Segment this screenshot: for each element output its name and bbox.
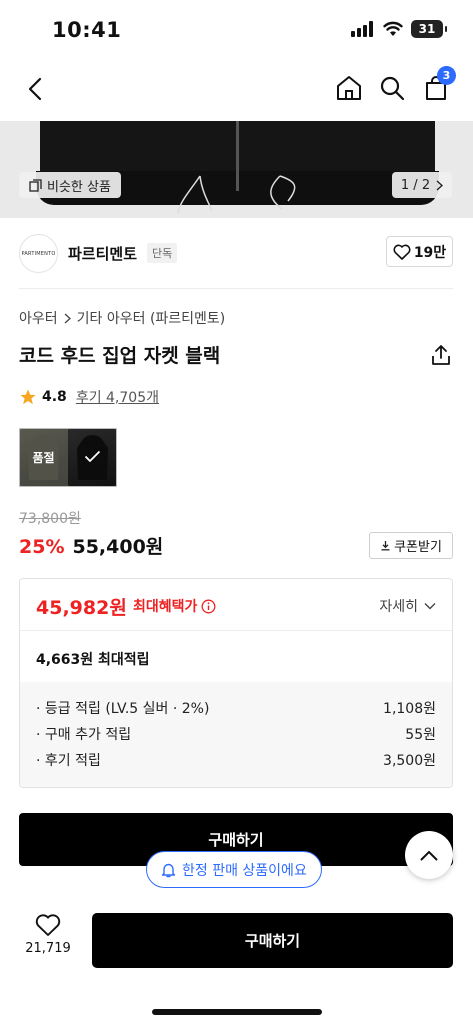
points-row: · 등급 적립 (LV.5 실버 · 2%) 1,108원 (36, 698, 436, 724)
points-label: · 구매 추가 적립 (36, 727, 132, 743)
status-time: 10:41 (52, 18, 122, 42)
coupon-label: 쿠폰받기 (394, 540, 442, 555)
search-button[interactable] (376, 72, 408, 104)
rating-row: 4.8 후기 4,705개 (19, 387, 159, 407)
coupon-button[interactable]: 쿠폰받기 (369, 532, 453, 559)
home-indicator (152, 1009, 322, 1015)
benefit-header: 45,982원 최대혜택가 자세히 (20, 579, 452, 631)
chevron-up-icon (420, 850, 438, 860)
limited-sale-chip: 한정 판매 상품이에요 (146, 851, 322, 888)
product-title: 코드 후드 집업 자켓 블랙 (19, 345, 221, 367)
points-value: 55원 (405, 727, 436, 743)
discount-rate: 25% (19, 536, 65, 558)
original-price: 73,800원 (19, 511, 81, 527)
brand-logo[interactable]: PARTIMENTO (19, 234, 58, 273)
max-benefit-label[interactable]: 최대혜택가 (133, 596, 216, 616)
points-row: · 후기 적립 3,500원 (36, 750, 436, 776)
points-breakdown: · 등급 적립 (LV.5 실버 · 2%) 1,108원 · 구매 추가 적립… (20, 682, 452, 787)
brand-like-button[interactable]: 19만 (386, 236, 453, 267)
points-row: · 구매 추가 적립 55원 (36, 724, 436, 750)
sale-price: 55,400원 (72, 536, 164, 558)
share-button[interactable] (429, 343, 453, 367)
points-value: 1,108원 (383, 701, 436, 717)
divider (19, 288, 453, 289)
copy-icon (29, 178, 42, 192)
search-icon (380, 76, 405, 101)
home-button[interactable] (333, 72, 365, 104)
breadcrumb-item[interactable]: 아우터 (19, 308, 58, 328)
benefit-detail-button[interactable]: 자세히 (379, 596, 436, 616)
wishlist-count: 21,719 (25, 941, 71, 956)
battery-icon: 31 (411, 20, 447, 38)
status-icons: 31 (351, 20, 447, 38)
pager-label: 1 / 2 (400, 177, 431, 193)
similar-products-label: 비슷한 상품 (47, 179, 111, 195)
breadcrumb-item[interactable]: 기타 아우터 (파르티멘토) (77, 308, 226, 328)
max-benefit-price: 45,982원 (36, 597, 127, 619)
exclusive-tag: 단독 (147, 243, 178, 263)
wifi-icon (383, 21, 403, 36)
bell-icon (161, 863, 176, 877)
brand-logo-text: PARTIMENTO (21, 250, 56, 257)
benefit-box: 45,982원 최대혜택가 자세히 4,663원 최대적립 · 등급 적립 (L… (19, 578, 453, 788)
share-icon (432, 345, 450, 365)
wishlist-button[interactable]: 21,719 (20, 914, 76, 956)
home-icon (337, 76, 361, 100)
price-row: 25% 55,400원 (19, 532, 163, 559)
chevron-down-icon (424, 603, 436, 610)
chevron-right-icon (436, 179, 444, 191)
rating-score: 4.8 (42, 389, 67, 405)
back-button[interactable] (20, 74, 50, 104)
product-image[interactable] (0, 121, 473, 218)
detail-label: 자세히 (379, 599, 418, 615)
max-benefit-text: 최대혜택가 (133, 599, 198, 615)
points-label: · 등급 적립 (LV.5 실버 · 2%) (36, 701, 210, 717)
points-total: 4,663원 최대적립 (36, 652, 150, 668)
download-icon (381, 541, 390, 551)
chevron-right-icon (64, 313, 71, 323)
star-icon (20, 389, 36, 405)
scroll-top-button[interactable] (405, 831, 453, 879)
reviews-link[interactable]: 후기 4,705개 (76, 387, 159, 407)
color-options-frame (19, 428, 117, 487)
cart-button[interactable]: 3 (420, 66, 456, 104)
points-label: · 후기 적립 (36, 753, 101, 769)
limited-sale-label: 한정 판매 상품이에요 (182, 862, 307, 879)
points-value: 3,500원 (383, 753, 436, 769)
bottom-buy-button[interactable]: 구매하기 (92, 913, 453, 968)
heart-icon (35, 914, 61, 936)
signal-icon (351, 21, 373, 37)
heart-icon (393, 244, 411, 260)
chevron-left-icon (28, 77, 42, 101)
brand-name[interactable]: 파르티멘토 (68, 243, 137, 264)
drawcord-graphic (177, 175, 296, 214)
breadcrumb: 아우터 기타 아우터 (파르티멘토) (19, 308, 225, 328)
info-icon (201, 599, 216, 613)
image-pager[interactable]: 1 / 2 (392, 172, 452, 198)
brand-like-count: 19만 (413, 244, 447, 261)
similar-products-button[interactable]: 비슷한 상품 (19, 172, 121, 198)
cart-count-badge: 3 (437, 66, 456, 85)
